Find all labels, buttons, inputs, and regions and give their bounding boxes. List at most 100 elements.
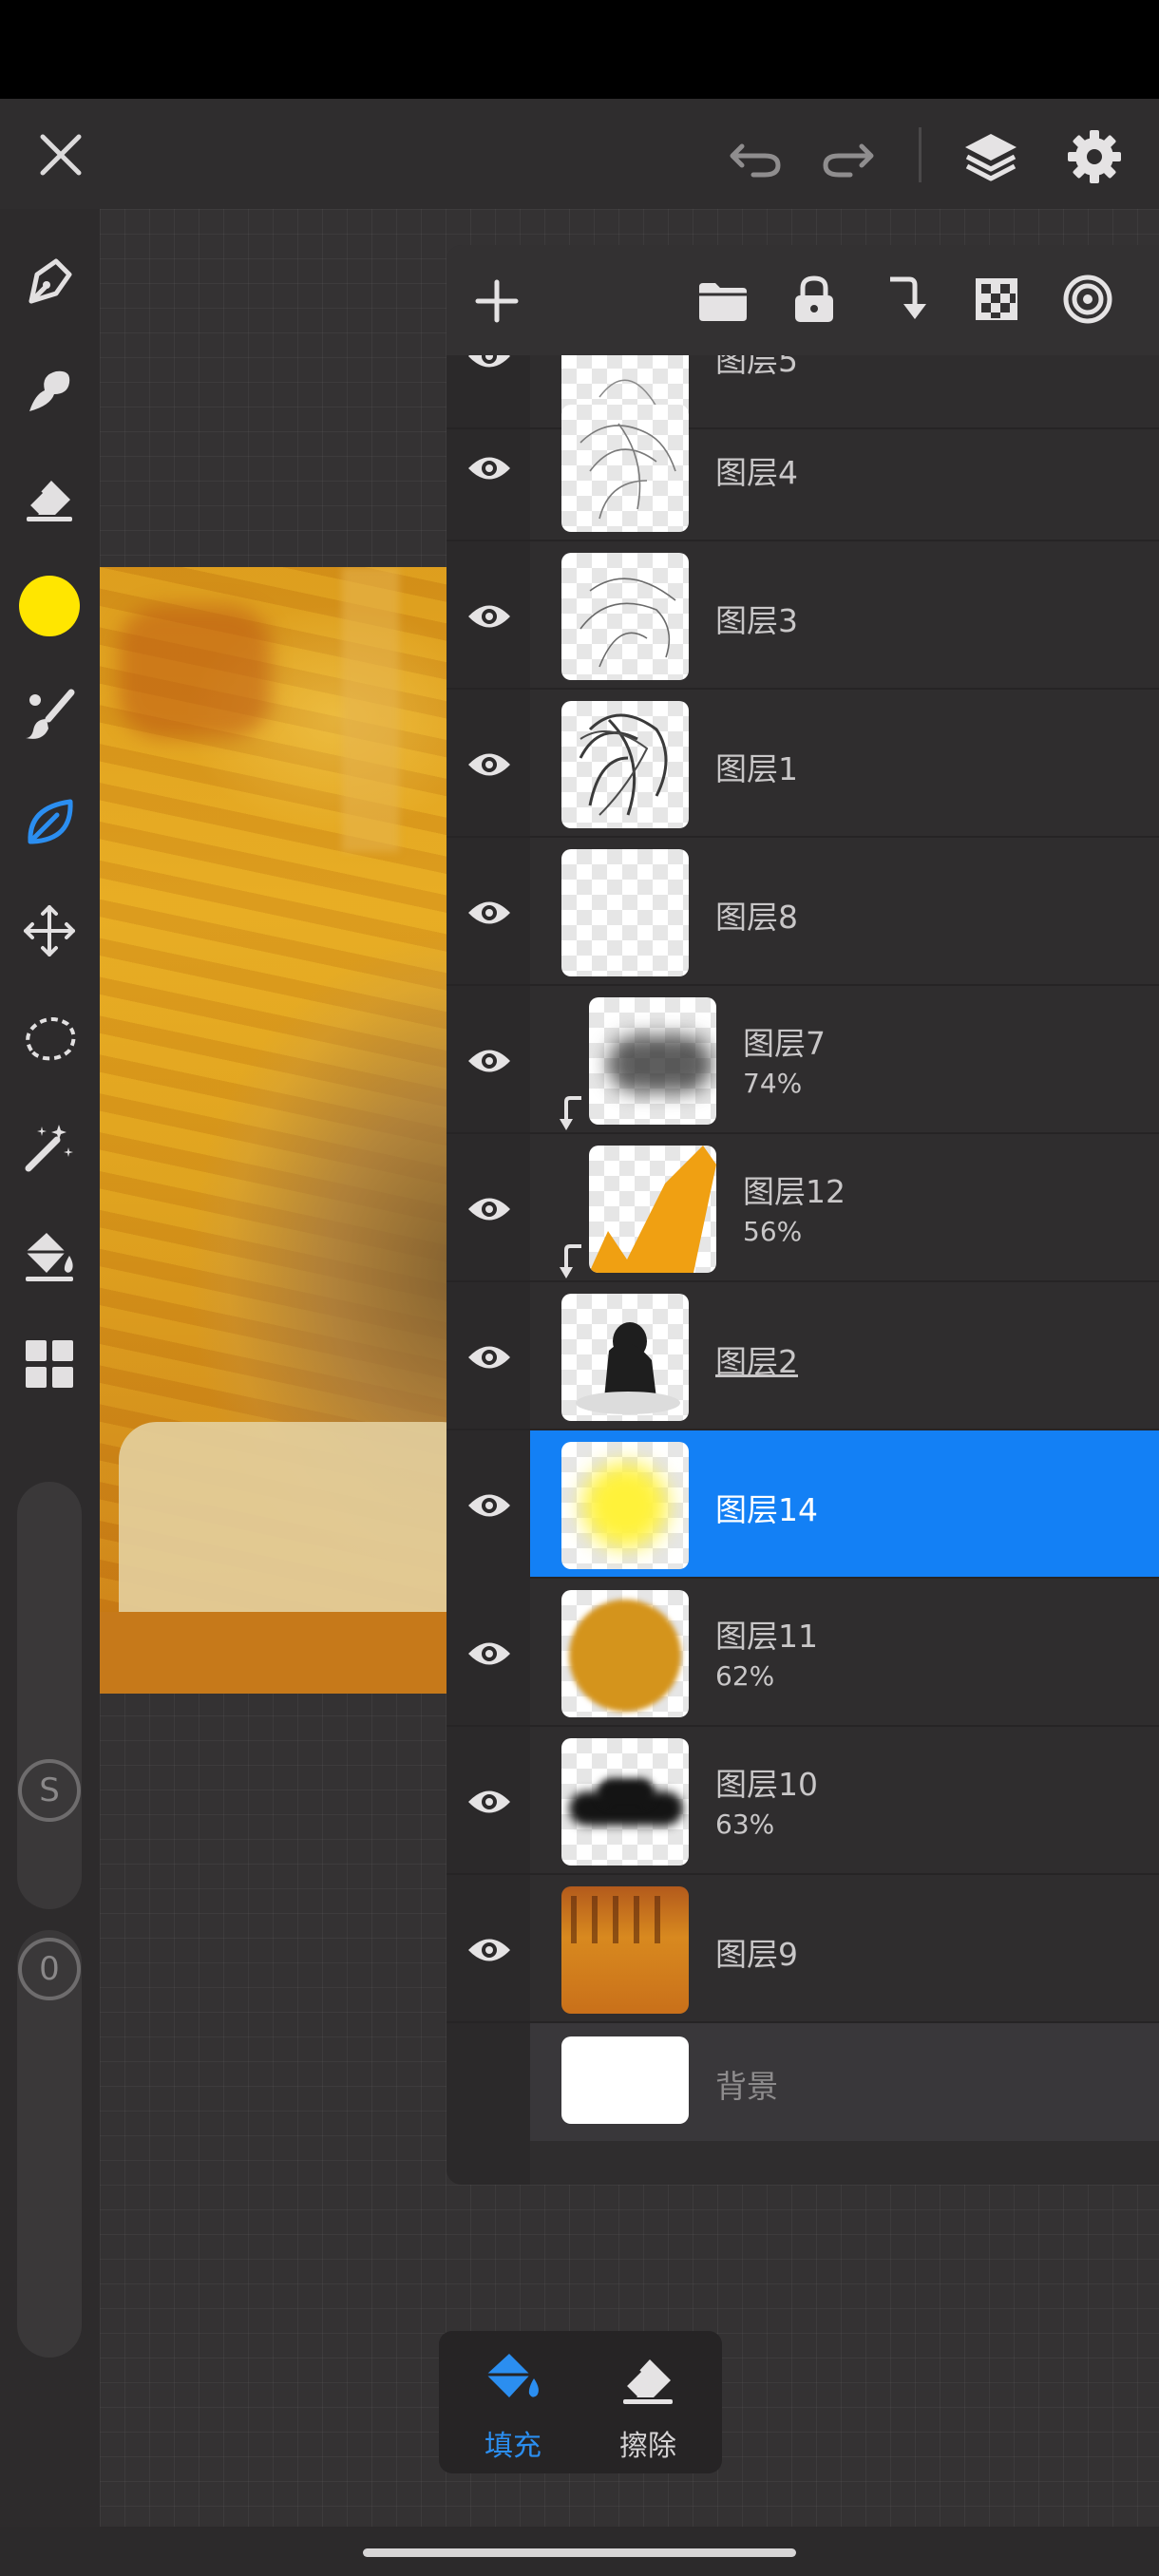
opacity-slider[interactable]: 0 xyxy=(17,1930,82,2358)
layer-row[interactable]: 图层12 56% xyxy=(446,1134,1159,1282)
layer-name: 图层5 xyxy=(715,355,798,379)
layer-thumbnail xyxy=(561,553,689,680)
eye-icon[interactable] xyxy=(464,887,515,938)
layers-panel-header xyxy=(446,245,1159,355)
layer-name: 图层1 xyxy=(715,750,798,787)
fill-bucket-tool-icon[interactable] xyxy=(10,1216,89,1296)
artwork-tree-trunk xyxy=(342,567,399,852)
brush-size-slider[interactable]: S xyxy=(17,1482,82,1909)
erase-button[interactable]: 擦除 xyxy=(581,2348,714,2463)
background-thumbnail xyxy=(561,2036,689,2124)
eye-icon[interactable] xyxy=(464,1332,515,1383)
color-swatch[interactable] xyxy=(10,566,89,646)
eye-icon[interactable] xyxy=(464,739,515,790)
brush-size-label: S xyxy=(39,1771,60,1809)
layer-row[interactable]: 图层7 74% xyxy=(446,986,1159,1134)
layer-list[interactable]: 图层5 图层4 图层3 图层1 图层8 图层7 74% 图层12 56% 图层2… xyxy=(446,355,1159,2185)
layer-row[interactable]: 图层9 xyxy=(446,1875,1159,2023)
eye-icon[interactable] xyxy=(464,1628,515,1679)
eye-icon[interactable] xyxy=(464,591,515,642)
smudge-tool-icon[interactable] xyxy=(10,350,89,429)
brush-size-knob[interactable]: S xyxy=(18,1759,81,1822)
layer-row-selected[interactable]: 图层14 xyxy=(530,1430,1159,1579)
eye-icon[interactable] xyxy=(464,355,515,382)
background-layer-row[interactable]: 背景 xyxy=(446,2023,1159,2141)
lasso-tool-icon[interactable] xyxy=(10,999,89,1079)
move-tool-icon[interactable] xyxy=(10,891,89,971)
current-color-dot xyxy=(19,576,80,636)
layer-opacity: 56% xyxy=(743,1216,803,1247)
leaf-brush-icon[interactable] xyxy=(10,783,89,862)
layer-name: 背景 xyxy=(715,2068,778,2105)
artwork-ground xyxy=(100,1612,451,1694)
folder-icon[interactable] xyxy=(694,272,752,331)
layer-row[interactable]: 图层2 xyxy=(446,1282,1159,1430)
background-eye-cell xyxy=(446,2023,530,2141)
layer-thumbnail xyxy=(589,1146,716,1273)
top-bar xyxy=(0,99,1159,209)
status-bar xyxy=(0,0,1159,99)
clip-down-icon[interactable] xyxy=(876,270,935,329)
layer-thumbnail xyxy=(561,701,689,828)
eye-icon[interactable] xyxy=(464,443,515,494)
grid-layout-icon[interactable] xyxy=(10,1324,89,1404)
artwork-canvas[interactable] xyxy=(100,567,451,1694)
layer-name: 图层7 xyxy=(743,1025,826,1062)
redo-icon[interactable] xyxy=(810,123,886,190)
home-indicator[interactable] xyxy=(363,2548,796,2557)
layer-thumbnail xyxy=(561,1886,689,2014)
layer-row-eye-cell xyxy=(446,1430,530,1579)
alpha-lock-icon[interactable] xyxy=(967,270,1026,329)
pen-tool-icon[interactable] xyxy=(10,241,89,321)
layer-opacity: 62% xyxy=(715,1660,775,1692)
fill-erase-bar: 填充 擦除 xyxy=(439,2331,722,2473)
eye-icon[interactable] xyxy=(464,1035,515,1087)
layer-name: 图层11 xyxy=(715,1618,818,1655)
eye-icon[interactable] xyxy=(464,1184,515,1235)
layer-thumbnail xyxy=(561,849,689,976)
clipping-arrow-icon xyxy=(559,1244,587,1282)
eraser-tool-icon[interactable] xyxy=(10,458,89,538)
artwork-shirt xyxy=(119,1422,451,1621)
layer-thumbnail xyxy=(589,997,716,1125)
layer-thumbnail xyxy=(561,405,689,532)
layer-name: 图层8 xyxy=(715,899,798,936)
fill-label: 填充 xyxy=(484,2430,542,2463)
magic-wand-icon[interactable] xyxy=(10,1108,89,1187)
layers-icon[interactable] xyxy=(951,122,1031,192)
layer-thumbnail xyxy=(561,1738,689,1866)
layer-row[interactable]: 图层1 xyxy=(446,690,1159,838)
undo-icon[interactable] xyxy=(717,123,793,190)
layer-row[interactable]: 图层11 62% xyxy=(446,1579,1159,1727)
gear-icon[interactable] xyxy=(1054,122,1134,192)
opacity-label: 0 xyxy=(39,1950,60,1988)
artwork-leaves xyxy=(119,605,271,738)
eye-icon[interactable] xyxy=(464,1924,515,1976)
fill-bucket-icon xyxy=(486,2354,539,2397)
layer-row[interactable]: 图层8 xyxy=(446,838,1159,986)
close-icon[interactable] xyxy=(23,122,99,188)
layers-panel: 图层5 图层4 图层3 图层1 图层8 图层7 74% 图层12 56% 图层2… xyxy=(446,245,1159,2185)
layer-row[interactable]: 图层10 63% xyxy=(446,1727,1159,1875)
layer-name: 图层9 xyxy=(715,1936,798,1973)
layer-thumbnail xyxy=(561,1442,689,1569)
fill-button[interactable]: 填充 xyxy=(446,2348,580,2463)
layer-thumbnail xyxy=(561,1590,689,1717)
erase-label: 擦除 xyxy=(619,2430,676,2463)
eye-icon[interactable] xyxy=(464,1776,515,1828)
layer-name: 图层4 xyxy=(715,454,798,491)
tool-sidebar: S 0 xyxy=(0,209,100,2527)
layer-row[interactable]: 图层4 xyxy=(446,393,1159,541)
reference-target-icon[interactable] xyxy=(1058,270,1117,329)
eraser-icon xyxy=(622,2359,673,2404)
add-layer-icon[interactable] xyxy=(467,272,526,331)
opacity-knob[interactable]: 0 xyxy=(18,1938,81,2000)
layer-thumbnail xyxy=(561,1294,689,1421)
layer-name: 图层3 xyxy=(715,602,798,639)
layer-opacity: 74% xyxy=(743,1068,803,1099)
eye-icon[interactable] xyxy=(464,1480,515,1531)
lock-icon[interactable] xyxy=(785,270,844,329)
layer-opacity: 63% xyxy=(715,1809,775,1840)
brush-tool-icon[interactable] xyxy=(10,674,89,754)
layer-row[interactable]: 图层3 xyxy=(446,541,1159,690)
